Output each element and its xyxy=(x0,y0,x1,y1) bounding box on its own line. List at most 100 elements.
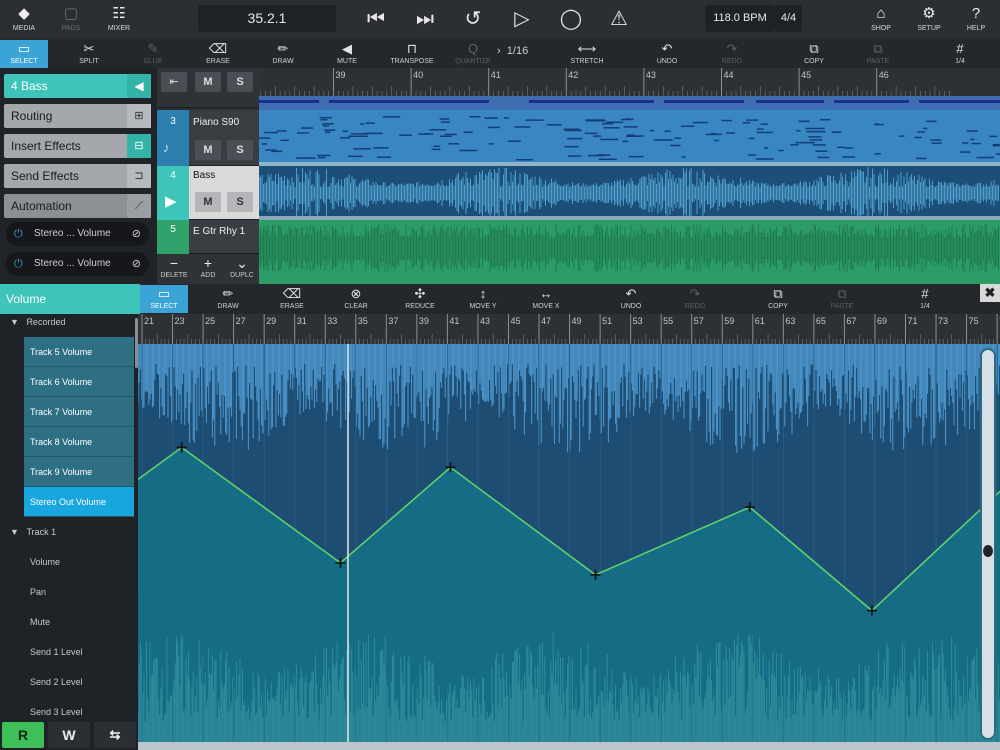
auto-grid-button[interactable]: #1/4 xyxy=(901,285,949,313)
glue-tool[interactable]: ✎ GLUE xyxy=(129,40,177,68)
tempo-display[interactable]: 118.0 BPM xyxy=(705,5,775,32)
cycle-icon[interactable]: ↺ xyxy=(458,6,488,32)
copy-icon: ⧉ xyxy=(809,41,819,56)
insert-effects-button[interactable]: Insert Effects ⊟ xyxy=(4,134,151,158)
expand-icon[interactable]: ⇤ xyxy=(161,72,187,92)
close-icon[interactable]: ✖ xyxy=(980,284,1000,302)
lane-guitar[interactable] xyxy=(259,220,1000,284)
erase-tool[interactable]: ⌫ ERASE xyxy=(194,40,242,68)
recorded-group[interactable]: ▼ Recorded xyxy=(0,314,138,337)
automation-editor[interactable] xyxy=(138,344,1000,750)
write-button[interactable]: W xyxy=(48,722,90,748)
horizontal-arrows-icon: ↔ xyxy=(539,286,553,301)
split-tool[interactable]: ✂ SPLIT xyxy=(65,40,113,68)
track-row[interactable]: 5 E Gtr Rhy 1 xyxy=(157,220,259,254)
read-button[interactable]: R xyxy=(2,722,44,748)
automation-param-item[interactable]: Track 8 Volume xyxy=(24,427,134,457)
auto-draw-tool[interactable]: ✏ DRAW xyxy=(204,285,252,313)
lane-midi-top[interactable] xyxy=(259,96,1000,110)
automation-param-item[interactable]: Send 2 Level xyxy=(30,667,138,697)
grid-button[interactable]: #1/4 xyxy=(936,40,984,68)
quantize-tool[interactable]: Q QUANTIZE xyxy=(449,40,497,68)
zoom-handle[interactable] xyxy=(983,545,993,557)
auto-undo-button[interactable]: ↶ UNDO xyxy=(607,285,655,313)
arrangement-area[interactable]: 39 40 41 42 43 44 45 46 xyxy=(259,68,1000,284)
automation-button[interactable]: Automation ⟋ xyxy=(4,194,151,218)
slash-circle-icon[interactable]: ⊘ xyxy=(132,252,141,276)
draw-tool[interactable]: ✏ DRAW xyxy=(259,40,307,68)
solo-button[interactable]: S xyxy=(227,192,253,212)
track-row-selected[interactable]: 4 Bass ▶ M S xyxy=(157,166,259,220)
setup-button[interactable]: ⚙ SETUP xyxy=(905,3,953,37)
automation-param-item[interactable]: Send 1 Level xyxy=(30,637,138,667)
collapse-left-icon[interactable]: ◀ xyxy=(127,74,151,98)
vertical-zoom-scrollbar[interactable] xyxy=(980,348,996,740)
lane-piano[interactable] xyxy=(259,110,1000,166)
skip-forward-icon[interactable]: ⏭ xyxy=(410,6,440,32)
power-icon[interactable]: ⏻ xyxy=(14,222,23,246)
auto-select-tool[interactable]: ▭ SELECT xyxy=(140,285,188,313)
slash-circle-icon[interactable]: ⊘ xyxy=(132,222,141,246)
solo-button[interactable]: S xyxy=(227,140,253,160)
auto-paste-button[interactable]: ⧉ PASTE xyxy=(818,285,866,313)
automation-param-item[interactable]: Mute xyxy=(30,607,138,637)
metronome-icon[interactable]: ⚠ xyxy=(604,6,634,32)
duplicate-track-button[interactable]: ⌄ DUPLC xyxy=(225,254,259,284)
power-icon[interactable]: ⏻ xyxy=(14,252,23,276)
automation-lane-row[interactable]: ⏻ Stereo ... Volume ⊘ xyxy=(6,222,149,246)
expand-list-icon[interactable]: ⇆ xyxy=(94,722,136,748)
editor-ruler[interactable]: 21 23 25 27 29 31 33 35 37 39 41 43 45 47 49 51 53 55 57 59… xyxy=(138,314,1000,344)
help-button[interactable]: ? HELP xyxy=(952,3,1000,37)
record-icon[interactable]: ◯ xyxy=(556,6,586,32)
track-row-top[interactable]: ⇤ M S xyxy=(157,68,259,108)
transpose-tool[interactable]: ⊓ TRANSPOSE xyxy=(388,40,436,68)
track-row[interactable]: 3 Piano S90 ♪ M S xyxy=(157,110,259,166)
automation-param-item[interactable]: Send 3 Level xyxy=(30,697,138,720)
mute-tool[interactable]: ◀ MUTE xyxy=(323,40,371,68)
mixer-button[interactable]: ☷ MIXER xyxy=(95,3,143,37)
automation-param-item[interactable]: Pan xyxy=(30,577,138,607)
auto-redo-button[interactable]: ↷ REDO xyxy=(671,285,719,313)
play-icon[interactable]: ▷ xyxy=(507,6,537,32)
undo-button[interactable]: ↶ UNDO xyxy=(643,40,691,68)
position-display[interactable]: 35.2.1 xyxy=(198,5,336,32)
auto-erase-tool[interactable]: ⌫ ERASE xyxy=(268,285,316,313)
select-tool[interactable]: ▭ SELECT xyxy=(0,40,48,68)
automation-lane-row[interactable]: ⏻ Stereo ... Volume ⊘ xyxy=(6,252,149,276)
auto-reduce-button[interactable]: ✣ REDUCE xyxy=(396,285,444,313)
mute-button[interactable]: M xyxy=(195,140,221,160)
snap-value[interactable]: › 1/16 xyxy=(497,45,528,57)
shop-button[interactable]: ⌂ SHOP xyxy=(857,3,905,37)
arrangement-ruler[interactable]: 39 40 41 42 43 44 45 46 xyxy=(259,68,1000,96)
automation-param-item[interactable]: Track 7 Volume xyxy=(24,397,134,427)
mute-button[interactable]: M xyxy=(195,192,221,212)
redo-button[interactable]: ↷ REDO xyxy=(708,40,756,68)
automation-param-item-selected[interactable]: Stereo Out Volume xyxy=(24,487,134,517)
auto-clear-button[interactable]: ⊗ CLEAR xyxy=(332,285,380,313)
add-track-button[interactable]: + ADD xyxy=(191,254,225,284)
copy-button[interactable]: ⧉ COPY xyxy=(790,40,838,68)
automation-param-item[interactable]: Track 6 Volume xyxy=(24,367,134,397)
media-button[interactable]: ◆ MEDIA xyxy=(0,3,48,37)
automation-param-item[interactable]: Volume xyxy=(30,547,138,577)
delete-track-button[interactable]: − DELETE xyxy=(157,254,191,284)
inspector-track-header[interactable]: 4 Bass ◀ xyxy=(4,74,151,98)
solo-button[interactable]: S xyxy=(227,72,253,92)
rewind-to-start-icon[interactable]: ⏮ xyxy=(361,6,391,32)
mute-button[interactable]: M xyxy=(195,72,221,92)
stretch-tool[interactable]: ⟷ STRETCH xyxy=(563,40,611,68)
routing-button[interactable]: Routing ⊞ xyxy=(4,104,151,128)
signature-display[interactable]: 4/4 xyxy=(775,5,802,32)
ruler-number: 25 xyxy=(205,316,215,326)
send-effects-button[interactable]: Send Effects ⊐ xyxy=(4,164,151,188)
pads-button[interactable]: ▢ PADS xyxy=(47,3,95,37)
midi-note xyxy=(439,118,450,120)
auto-copy-button[interactable]: ⧉ COPY xyxy=(754,285,802,313)
paste-button[interactable]: ⧉ PASTE xyxy=(854,40,902,68)
track1-group[interactable]: ▼ Track 1 xyxy=(0,517,138,547)
auto-move-x-tool[interactable]: ↔ MOVE X xyxy=(522,285,570,313)
auto-move-y-tool[interactable]: ↕ MOVE Y xyxy=(459,285,507,313)
automation-param-item[interactable]: Track 5 Volume xyxy=(24,337,134,367)
automation-param-item[interactable]: Track 9 Volume xyxy=(24,457,134,487)
lane-bass[interactable] xyxy=(259,166,1000,220)
